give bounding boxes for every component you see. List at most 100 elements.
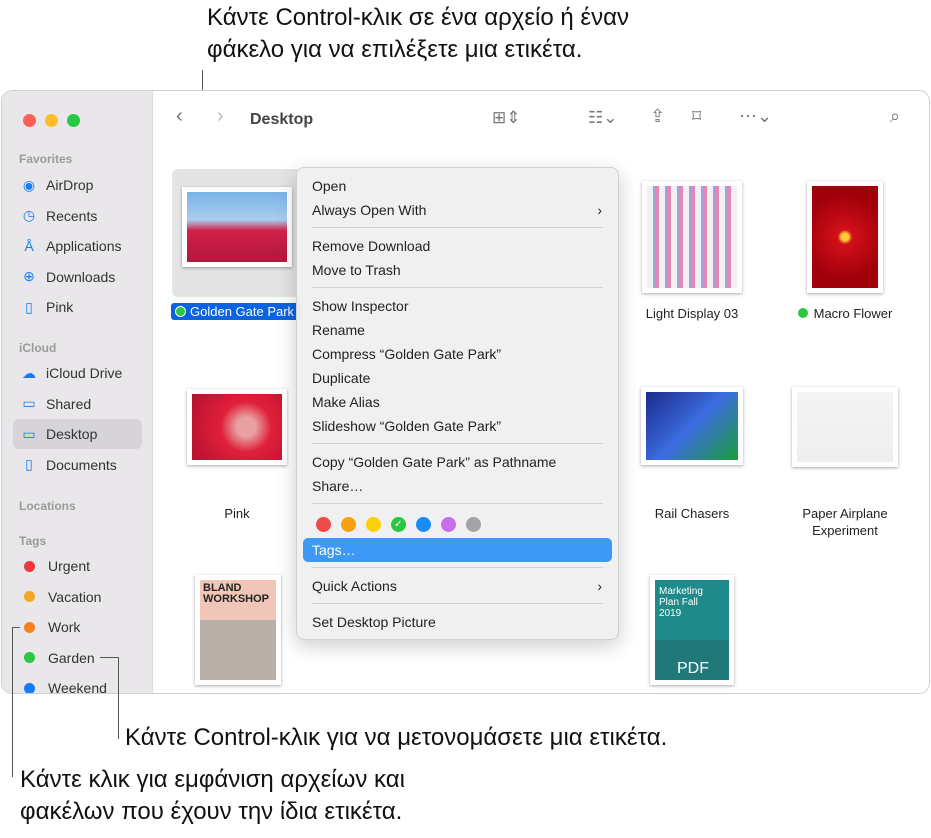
sidebar-tag-garden[interactable]: Garden [13,643,142,673]
menu-item-label: Tags… [312,542,356,558]
sidebar-item-label: Pink [46,299,74,316]
callout-leader [12,627,20,628]
sidebar-tag-vacation[interactable]: Vacation [13,582,142,612]
menu-item[interactable]: Share… [297,474,618,498]
menu-item[interactable]: Always Open With › [297,198,618,222]
more-actions-icon[interactable]: ⋯⌄ [739,106,772,127]
sidebar-tag-weekend[interactable]: Weekend [13,673,142,694]
tag-color-dot [24,621,35,633]
menu-separator [312,443,603,444]
sidebar-item-desktop[interactable]: ▭ Desktop [13,419,142,450]
section-icloud: iCloud [19,341,57,355]
sidebar-tag-urgent[interactable]: Urgent [13,551,142,581]
menu-separator [312,287,603,288]
tag-color-dot [24,591,35,603]
sidebar-item-label: Downloads [46,268,116,285]
callout-line: Κάντε Control-κλικ σε ένα αρχείο ή έναν [207,4,629,31]
forward-button[interactable]: › [217,105,224,128]
window-title: Desktop [250,111,314,128]
minimize-button[interactable] [45,114,58,127]
sidebar-item-label: Shared [46,395,92,412]
callout-leader [118,657,119,739]
search-icon[interactable]: ⌕ [890,106,900,127]
sidebar-item-label: AirDrop [46,177,94,193]
file-label[interactable]: Golden Gate Park [171,303,301,320]
file-label[interactable]: Pink [167,505,307,522]
sidebar-item-icloud-drive[interactable]: ☁ iCloud Drive [13,358,142,388]
file-label[interactable]: Rail Chasers [622,505,762,522]
group-by-icon[interactable]: ☷⌄ [588,108,617,128]
file-name: Macro Flower [813,306,893,321]
back-button[interactable]: ‹ [176,105,183,128]
sidebar-item-shared[interactable]: ▭ Shared [13,389,142,419]
file-thumbnail[interactable] [642,181,742,293]
menu-item-label: Move to Trash [312,262,401,278]
tag-color-option[interactable] [441,516,456,532]
share-icon[interactable]: ⇪ [650,106,665,127]
menu-item[interactable]: Slideshow “Golden Gate Park” [297,414,618,438]
sidebar-item-label: Documents [46,456,117,473]
sidebar-tag-work[interactable]: Work [13,612,142,642]
tag-color-picker: ✓ [297,510,618,538]
menu-item[interactable]: Open [297,174,618,198]
sidebar-item-documents[interactable]: ▯ Documents [13,450,142,480]
sidebar-item-recents[interactable]: ◷ Recents [13,201,142,231]
tag-color-option[interactable] [366,516,381,532]
tag-icon[interactable]: ⌑ [692,106,701,127]
file-name: Rail Chasers [654,506,730,521]
menu-separator [312,603,603,604]
tag-color-option[interactable]: ✓ [391,516,406,532]
file-thumbnail[interactable]: Marketing Plan Fall 2019 PDF [650,575,734,685]
menu-item-label: Open [312,178,347,194]
file-thumbnail[interactable] [641,387,743,465]
file-thumbnail[interactable] [182,187,292,267]
tag-color-option[interactable] [466,516,481,532]
file-label[interactable]: Paper Airplane Experiment [775,505,915,539]
section-locations: Locations [19,499,76,513]
menu-item[interactable]: Show Inspector [297,294,618,318]
file-label[interactable]: Macro Flower [775,305,915,322]
tag-color-dot [797,308,808,318]
tag-color-option[interactable] [316,516,331,532]
menu-item-label: Make Alias [312,394,380,410]
file-name: Golden Gate Park [190,304,295,319]
callout-choose-tag: Κάντε Control-κλικ σε ένα αρχείο ή έναν φ… [207,2,629,66]
sidebar-item-label: Applications [46,238,122,255]
menu-item[interactable]: Move to Trash [297,258,618,282]
file-thumbnail[interactable]: BLAND WORKSHOP [195,575,281,685]
menu-item-label: Always Open With [312,202,427,218]
file-thumbnail[interactable] [807,181,883,293]
menu-item[interactable]: Rename [297,318,618,342]
file-thumbnail[interactable] [792,387,898,467]
tag-color-option[interactable] [416,516,431,532]
zoom-button[interactable] [67,114,80,127]
sidebar-item-pink[interactable]: ▯ Pink [13,292,142,322]
menu-item-tags[interactable]: Tags… [303,538,612,562]
menu-item[interactable]: Remove Download [297,234,618,258]
menu-item-label: Copy “Golden Gate Park” as Pathname [312,454,557,470]
menu-item-label: Duplicate [312,370,371,386]
callout-leader [12,627,13,777]
document-icon: ▯ [25,456,33,473]
section-tags: Tags [19,534,47,548]
menu-item-label: Compress “Golden Gate Park” [312,346,502,362]
menu-item[interactable]: Make Alias [297,390,618,414]
section-favorites: Favorites [19,152,73,166]
file-label[interactable]: Light Display 03 [622,305,762,322]
file-thumbnail[interactable] [187,389,287,465]
sidebar-item-label: Weekend [48,680,107,694]
menu-item[interactable]: Copy “Golden Gate Park” as Pathname [297,450,618,474]
sidebar-item-applications[interactable]: Å Applications [13,231,142,261]
menu-item-quick-actions[interactable]: Quick Actions › [297,574,618,598]
tag-color-option[interactable] [341,516,356,532]
sidebar-item-airdrop[interactable]: ◉ AirDrop [13,170,142,200]
menu-item-label: Quick Actions [312,578,397,594]
close-button[interactable] [23,114,36,127]
menu-item[interactable]: Duplicate [297,366,618,390]
sidebar-item-downloads[interactable]: ⊕ Downloads [13,262,142,292]
thumbnail-text: BLAND WORKSHOP [203,582,269,605]
menu-item-set-desktop-picture[interactable]: Set Desktop Picture [297,610,618,634]
callout-line: Κάντε κλικ για εμφάνιση αρχείων και [20,766,405,793]
menu-item[interactable]: Compress “Golden Gate Park” [297,342,618,366]
view-grid-icon[interactable]: ⊞⇕ [492,108,521,128]
